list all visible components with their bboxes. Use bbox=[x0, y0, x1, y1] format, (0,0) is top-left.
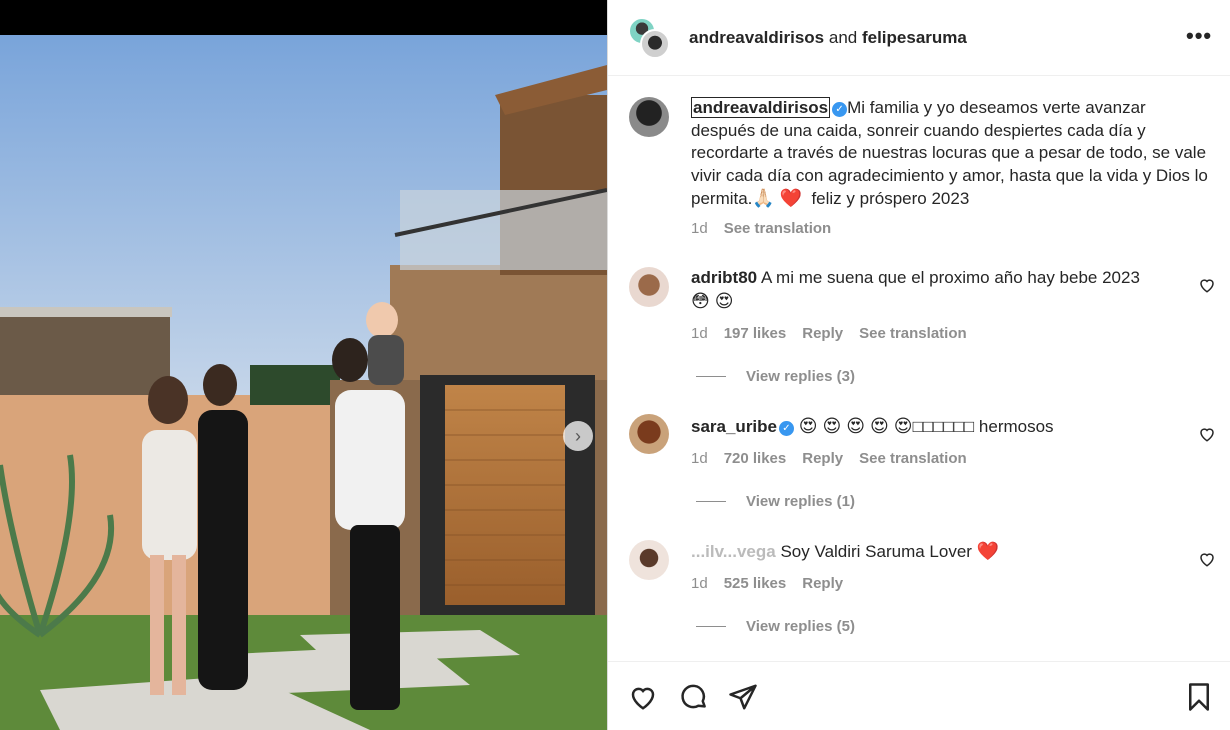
view-replies-label: View replies (5) bbox=[746, 618, 855, 635]
more-options-icon[interactable]: ••• bbox=[1186, 25, 1211, 50]
post-photo bbox=[0, 35, 607, 730]
view-replies-button[interactable]: View replies (3) bbox=[696, 368, 855, 385]
share-icon[interactable] bbox=[728, 682, 758, 712]
collab-names: andreavaldirisos and felipesaruma bbox=[689, 28, 967, 48]
view-replies-label: View replies (1) bbox=[746, 493, 855, 510]
comments-list: andreavaldirisos ✓ Mi familia y yo deseamo… bbox=[608, 77, 1230, 661]
timestamp: 1d bbox=[691, 575, 708, 592]
post-action-bar bbox=[608, 661, 1230, 730]
comment-icon[interactable] bbox=[679, 682, 709, 712]
comment-body: A mi me suena que el proximo año hay beb… bbox=[760, 268, 1140, 287]
comment-text: adribt80 A mi me suena que el proximo añ… bbox=[691, 267, 1211, 313]
collab-avatars[interactable] bbox=[628, 17, 670, 59]
reply-button[interactable]: Reply bbox=[802, 325, 843, 342]
comment-emojis: 😳 😍 bbox=[691, 290, 734, 311]
see-translation-link[interactable]: See translation bbox=[724, 220, 832, 237]
divider bbox=[696, 626, 726, 627]
comment-emojis: 😍 😍 😍 😍 😍 bbox=[798, 416, 913, 436]
timestamp: 1d bbox=[691, 325, 708, 342]
comment-text: ...ilv...vega Soy Valdiri Saruma Lover ❤… bbox=[691, 540, 1211, 564]
caption-ending: feliz y próspero 2023 bbox=[811, 189, 970, 208]
header-joiner: and bbox=[828, 28, 858, 47]
comment-meta: 1d 525 likes Reply bbox=[691, 575, 843, 592]
comment-body: Soy Valdiri Saruma Lover bbox=[780, 542, 972, 561]
like-icon[interactable] bbox=[628, 682, 658, 712]
see-translation-link[interactable]: See translation bbox=[859, 325, 967, 342]
divider bbox=[696, 376, 726, 377]
view-replies-label: View replies (3) bbox=[746, 368, 855, 385]
avatar[interactable] bbox=[629, 267, 669, 307]
divider bbox=[696, 501, 726, 502]
post-side-panel: andreavaldirisos and felipesaruma ••• an… bbox=[607, 0, 1230, 730]
reply-button[interactable]: Reply bbox=[802, 450, 843, 467]
bookmark-icon[interactable] bbox=[1184, 682, 1214, 712]
comment-boxes: □□□□□□ bbox=[912, 417, 975, 436]
like-comment-icon[interactable] bbox=[1198, 276, 1216, 294]
heart-emoji: ❤️ bbox=[779, 188, 802, 208]
caption-text: andreavaldirisos ✓ Mi familia y yo deseamo… bbox=[691, 97, 1211, 211]
like-comment-icon[interactable] bbox=[1198, 425, 1216, 443]
header-username-1[interactable]: andreavaldirisos bbox=[689, 28, 824, 47]
verified-icon: ✓ bbox=[832, 102, 848, 117]
like-comment-icon[interactable] bbox=[1198, 550, 1216, 568]
comment-text: sara_uribe ✓ 😍 😍 😍 😍 😍□□□□□□ hermosos bbox=[691, 415, 1211, 439]
verified-icon: ✓ bbox=[779, 421, 794, 436]
timestamp: 1d bbox=[691, 220, 708, 237]
next-image-button[interactable]: › bbox=[563, 421, 593, 451]
post-photo-pane: › bbox=[0, 0, 607, 730]
likes-count[interactable]: 720 likes bbox=[724, 450, 787, 467]
view-replies-button[interactable]: View replies (1) bbox=[696, 493, 855, 510]
reply-button[interactable]: Reply bbox=[802, 575, 843, 592]
heart-emoji: ❤️ bbox=[976, 541, 1000, 561]
comment-username[interactable]: ...ilv...vega bbox=[691, 542, 776, 561]
comment-meta: 1d 197 likes Reply See translation bbox=[691, 325, 967, 342]
timestamp: 1d bbox=[691, 450, 708, 467]
avatar[interactable] bbox=[629, 540, 669, 580]
see-translation-link[interactable]: See translation bbox=[859, 450, 967, 467]
comment-username[interactable]: sara_uribe bbox=[691, 417, 777, 436]
comment-meta: 1d 720 likes Reply See translation bbox=[691, 450, 967, 467]
comment-body: hermosos bbox=[978, 417, 1054, 436]
comment-username[interactable]: adribt80 bbox=[691, 268, 757, 287]
header-username-2[interactable]: felipesaruma bbox=[862, 28, 967, 47]
caption-meta: 1d See translation bbox=[691, 220, 831, 237]
caption-username[interactable]: andreavaldirisos bbox=[691, 97, 831, 118]
view-replies-button[interactable]: View replies (5) bbox=[696, 618, 855, 635]
avatar[interactable] bbox=[629, 414, 669, 454]
likes-count[interactable]: 525 likes bbox=[724, 575, 787, 592]
avatar[interactable] bbox=[629, 97, 669, 137]
likes-count[interactable]: 197 likes bbox=[724, 325, 787, 342]
praying-emoji: 🙏🏻 bbox=[752, 188, 775, 208]
post-header: andreavaldirisos and felipesaruma ••• bbox=[608, 0, 1230, 76]
avatar bbox=[640, 29, 670, 59]
